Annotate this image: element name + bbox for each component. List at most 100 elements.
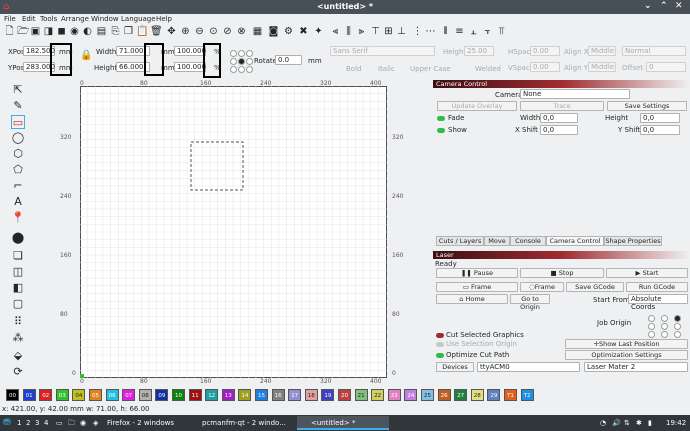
color-swatch-20[interactable]: 20 — [338, 389, 351, 401]
settings-icon[interactable]: ⚙ — [283, 26, 294, 38]
color-swatch-09[interactable]: 09 — [155, 389, 169, 401]
tray-volume-icon[interactable]: 🔊 — [612, 418, 621, 428]
save-gcode-button[interactable]: Save GCode — [566, 282, 624, 292]
color-swatch-10[interactable]: 10 — [172, 389, 185, 401]
color-swatch-T2[interactable]: T2 — [520, 389, 534, 401]
show-toggle[interactable] — [437, 128, 445, 133]
zoom-fit-icon[interactable]: ⊙ — [208, 26, 219, 38]
frame-round-button[interactable]: ◌Frame — [520, 282, 564, 292]
rectangle-tool-icon[interactable]: ▭ — [11, 115, 25, 129]
folder-launcher-icon[interactable]: 🗀 — [68, 418, 75, 428]
use-selection-origin-toggle[interactable] — [436, 342, 444, 347]
color-swatch-11[interactable]: 11 — [188, 389, 202, 401]
start-from-select[interactable]: Absolute Coords — [628, 294, 688, 311]
color-swatch-15[interactable]: 15 — [255, 389, 268, 401]
group-icon[interactable]: ⫠ — [468, 26, 479, 38]
taskbar-firefox[interactable]: Firefox - 2 windows — [107, 418, 174, 428]
tab-console[interactable]: Console — [510, 236, 546, 246]
align-top-icon[interactable]: ⊤ — [370, 26, 381, 38]
x-shift-input[interactable]: 0,0 — [540, 125, 578, 135]
optimize-cut-toggle[interactable] — [436, 353, 444, 358]
color-swatch-05[interactable]: 05 — [89, 389, 102, 401]
desktop-2[interactable]: 2 — [26, 418, 30, 428]
rotate-input[interactable]: 0.0 — [275, 55, 302, 65]
menu-file[interactable]: File — [4, 15, 16, 23]
hspace-input[interactable]: 0.00 — [530, 46, 560, 56]
edit-nodes-icon[interactable]: ✎ — [11, 99, 25, 113]
italic-checkbox[interactable]: Italic — [378, 65, 395, 73]
home-button[interactable]: ⌂ Home — [436, 294, 508, 304]
y-shift-input[interactable]: 0,0 — [640, 125, 680, 135]
color-swatch-16[interactable]: 16 — [271, 389, 285, 401]
color-swatch-27[interactable]: 27 — [454, 389, 468, 401]
tools-icon[interactable]: ✖ — [298, 26, 309, 38]
taskbar-lightburn[interactable]: <untitled> * — [297, 416, 389, 430]
upper-case-checkbox[interactable]: Upper Case — [410, 65, 451, 73]
files-launcher-icon[interactable]: ▭ — [56, 418, 63, 428]
color-swatch-03[interactable]: 03 — [55, 389, 69, 401]
app-menu-icon[interactable]: ⛃ — [3, 418, 11, 428]
color-swatch-06[interactable]: 06 — [105, 389, 119, 401]
circular-array-icon[interactable]: ⁂ — [11, 331, 25, 345]
trash-icon[interactable]: 🗑 — [150, 26, 163, 38]
bold-checkbox[interactable]: Bold — [346, 65, 361, 73]
color-swatch-18[interactable]: 18 — [304, 389, 318, 401]
color-swatch-07[interactable]: 07 — [122, 389, 136, 401]
color-swatch-25[interactable]: 25 — [421, 389, 434, 401]
rotary-icon[interactable]: ⟳ — [11, 365, 25, 379]
align-right-icon[interactable]: ⫸ — [356, 26, 367, 38]
job-origin-grid[interactable] — [648, 315, 688, 338]
devices-button[interactable]: Devices — [436, 362, 474, 372]
minimize-icon[interactable]: ⌄ — [644, 1, 652, 11]
firefox-launcher-icon[interactable]: ◉ — [80, 418, 86, 428]
zoom-page-icon[interactable]: ⊘ — [222, 26, 233, 38]
copy-icon[interactable]: ⎘ — [110, 26, 121, 38]
tab-shape-properties[interactable]: Shape Properties — [604, 236, 662, 246]
image-edit-icon[interactable]: ▦ — [252, 26, 263, 38]
menu-edit[interactable]: Edit — [22, 15, 36, 23]
align-y-select[interactable]: Middle — [588, 62, 616, 72]
distribute-v2-icon[interactable]: ≡ — [454, 26, 465, 38]
menu-arrange[interactable]: Arrange — [61, 15, 89, 23]
align-left-icon[interactable]: ⫷ — [330, 26, 341, 38]
position-laser-icon[interactable]: 📍 — [11, 211, 25, 225]
grid-array-icon[interactable]: ⠿ — [11, 315, 25, 329]
ungroup-icon[interactable]: ⫟ — [482, 26, 493, 38]
menu-window[interactable]: Window — [91, 15, 119, 23]
color-swatch-24[interactable]: 24 — [404, 389, 418, 401]
zoom-out-icon[interactable]: ⊖ — [194, 26, 205, 38]
tray-notify-icon[interactable]: ◔ — [600, 418, 606, 428]
align-x-select[interactable]: Middle — [588, 46, 616, 56]
optimization-settings-button[interactable]: Optimization Settings — [565, 350, 688, 360]
port-select[interactable]: ttyACM0 — [477, 362, 580, 372]
menu-help[interactable]: Help — [156, 15, 172, 23]
welded-checkbox[interactable]: Welded — [475, 65, 501, 73]
update-overlay-button[interactable]: Update Overlay — [437, 101, 517, 111]
camera-select[interactable]: None — [520, 89, 630, 99]
show-last-position-button[interactable]: ✛Show Last Position — [565, 339, 688, 349]
color-swatch-T1[interactable]: T1 — [504, 389, 517, 401]
weld-icon[interactable]: ◫ — [11, 265, 25, 279]
select-cursor-icon[interactable]: ⇱ — [11, 83, 25, 97]
new-file-icon[interactable]: 🗋 — [4, 26, 15, 38]
vspace-input[interactable]: 0.00 — [530, 62, 560, 72]
ellipse-tool-icon[interactable]: ◯ — [11, 131, 25, 145]
color-swatch-04[interactable]: 04 — [72, 389, 86, 401]
maximize-icon[interactable]: ⌃ — [660, 1, 668, 11]
save-settings-button[interactable]: Save Settings — [607, 101, 687, 111]
zoom-in-icon[interactable]: ⊕ — [180, 26, 191, 38]
color-swatch-02[interactable]: 02 — [39, 389, 53, 401]
camera-height-input[interactable]: 0,0 — [640, 113, 680, 123]
plugin-icon[interactable]: ✦ — [313, 26, 324, 38]
tray-battery-icon[interactable]: ▮ — [648, 418, 652, 428]
color-swatch-08[interactable]: 08 — [138, 389, 152, 401]
tray-bluetooth-icon[interactable]: ✱ — [636, 418, 642, 428]
width-percent-input[interactable]: 100.000 — [174, 46, 206, 56]
menu-language[interactable]: Language — [121, 15, 156, 23]
offset-icon[interactable]: ❏ — [11, 249, 25, 263]
align-bottom-icon[interactable]: ⊥ — [396, 26, 407, 38]
color-swatch-00[interactable]: 00 — [6, 389, 19, 401]
image-icon[interactable]: ▤ — [96, 26, 107, 38]
color-swatch-19[interactable]: 19 — [321, 389, 335, 401]
tray-network-icon[interactable]: ⇅ — [624, 418, 630, 428]
